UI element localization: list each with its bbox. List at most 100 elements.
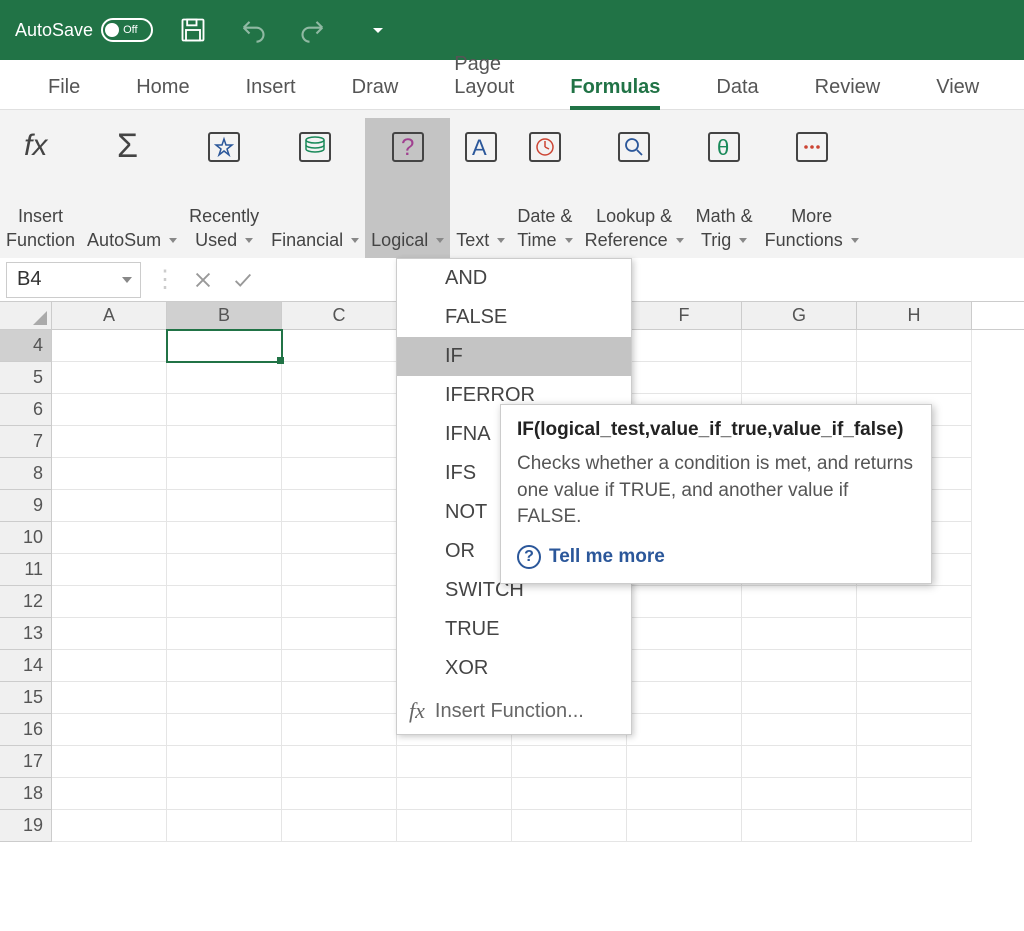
tab-formulas[interactable]: Formulas (542, 66, 688, 109)
cell[interactable] (167, 394, 282, 426)
cell[interactable] (282, 650, 397, 682)
cell[interactable] (282, 330, 397, 362)
column-header-H[interactable]: H (857, 302, 972, 329)
cell[interactable] (742, 714, 857, 746)
cell[interactable] (742, 586, 857, 618)
cell[interactable] (857, 330, 972, 362)
cell[interactable] (857, 746, 972, 778)
cell[interactable] (742, 810, 857, 842)
cell[interactable] (857, 586, 972, 618)
cell[interactable] (167, 426, 282, 458)
cell[interactable] (167, 618, 282, 650)
cell[interactable] (52, 714, 167, 746)
cell[interactable] (397, 778, 512, 810)
column-header-F[interactable]: F (627, 302, 742, 329)
cell[interactable] (742, 746, 857, 778)
cell[interactable] (742, 778, 857, 810)
enter-button[interactable] (223, 260, 263, 300)
cell[interactable] (512, 746, 627, 778)
cell[interactable] (282, 394, 397, 426)
cell[interactable] (282, 810, 397, 842)
cell[interactable] (282, 682, 397, 714)
cell[interactable] (282, 746, 397, 778)
redo-icon[interactable] (293, 10, 333, 50)
cell[interactable] (52, 330, 167, 362)
cell[interactable] (52, 554, 167, 586)
cell[interactable] (627, 650, 742, 682)
ribbon-autosum[interactable]: ΣAutoSum (81, 118, 183, 258)
ribbon-lookup-[interactable]: Lookup &Reference (579, 118, 690, 258)
cell[interactable] (52, 522, 167, 554)
row-header-4[interactable]: 4 (0, 330, 52, 362)
row-header-8[interactable]: 8 (0, 458, 52, 490)
tab-view[interactable]: View (908, 66, 1007, 109)
cell[interactable] (52, 586, 167, 618)
cell[interactable] (627, 362, 742, 394)
dropdown-item-if[interactable]: IF (397, 337, 631, 376)
cell[interactable] (742, 650, 857, 682)
tell-me-more-link[interactable]: ? Tell me more (517, 545, 915, 569)
dropdown-item-and[interactable]: AND (397, 259, 631, 298)
cell[interactable] (857, 650, 972, 682)
row-header-18[interactable]: 18 (0, 778, 52, 810)
cell[interactable] (52, 682, 167, 714)
column-header-B[interactable]: B (167, 302, 282, 329)
cell[interactable] (857, 682, 972, 714)
cell[interactable] (397, 810, 512, 842)
cell[interactable] (282, 426, 397, 458)
quick-access-dropdown-icon[interactable] (373, 28, 383, 33)
insert-function-item[interactable]: fxInsert Function... (397, 688, 631, 734)
cell[interactable] (627, 778, 742, 810)
ribbon-logical[interactable]: ?Logical (365, 118, 450, 258)
cell[interactable] (167, 522, 282, 554)
cell[interactable] (627, 586, 742, 618)
cell[interactable] (627, 746, 742, 778)
cell[interactable] (857, 618, 972, 650)
row-header-7[interactable]: 7 (0, 426, 52, 458)
cell[interactable] (52, 490, 167, 522)
cell[interactable] (52, 650, 167, 682)
row-header-16[interactable]: 16 (0, 714, 52, 746)
cell[interactable] (282, 778, 397, 810)
cell[interactable] (167, 458, 282, 490)
cell[interactable] (167, 682, 282, 714)
column-header-A[interactable]: A (52, 302, 167, 329)
cell[interactable] (167, 810, 282, 842)
row-header-14[interactable]: 14 (0, 650, 52, 682)
ribbon-date-[interactable]: Date &Time (511, 118, 578, 258)
row-header-19[interactable]: 19 (0, 810, 52, 842)
dropdown-item-false[interactable]: FALSE (397, 298, 631, 337)
ribbon-text[interactable]: AText (450, 118, 511, 258)
tab-draw[interactable]: Draw (324, 66, 427, 109)
cell[interactable] (167, 330, 282, 362)
autosave-toggle[interactable]: AutoSave Off (15, 18, 153, 42)
cell[interactable] (742, 362, 857, 394)
cell[interactable] (742, 618, 857, 650)
ribbon-financial[interactable]: Financial (265, 118, 365, 258)
row-header-5[interactable]: 5 (0, 362, 52, 394)
cell[interactable] (52, 746, 167, 778)
cell[interactable] (167, 778, 282, 810)
ribbon-insert[interactable]: fxInsertFunction (0, 118, 81, 258)
row-header-12[interactable]: 12 (0, 586, 52, 618)
cell[interactable] (742, 330, 857, 362)
cancel-button[interactable] (183, 260, 223, 300)
row-header-15[interactable]: 15 (0, 682, 52, 714)
row-header-13[interactable]: 13 (0, 618, 52, 650)
cell[interactable] (512, 810, 627, 842)
cell[interactable] (742, 682, 857, 714)
select-all-corner[interactable] (0, 302, 52, 329)
ribbon-math-[interactable]: θMath &Trig (690, 118, 759, 258)
cell[interactable] (52, 618, 167, 650)
cell[interactable] (857, 778, 972, 810)
cell[interactable] (282, 586, 397, 618)
cell[interactable] (52, 458, 167, 490)
name-box[interactable]: B4 (6, 262, 141, 298)
cell[interactable] (282, 490, 397, 522)
cell[interactable] (52, 810, 167, 842)
cell[interactable] (282, 554, 397, 586)
tab-home[interactable]: Home (108, 66, 217, 109)
row-header-9[interactable]: 9 (0, 490, 52, 522)
cell[interactable] (167, 746, 282, 778)
cell[interactable] (627, 618, 742, 650)
